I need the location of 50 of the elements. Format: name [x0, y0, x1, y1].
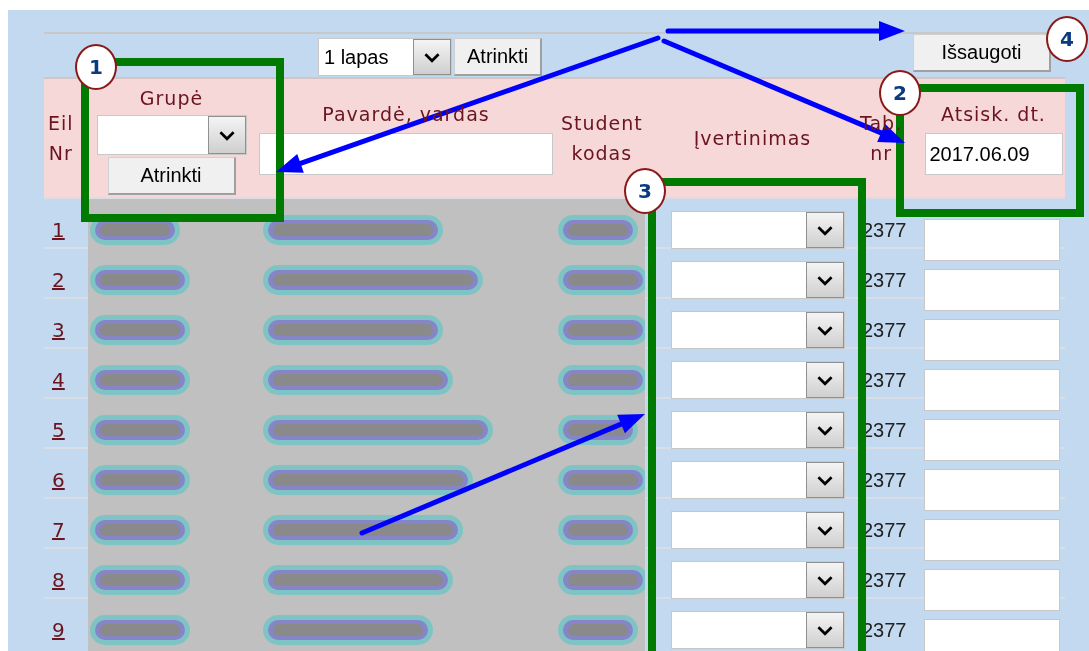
- input-field[interactable]: [924, 469, 1060, 511]
- input-field[interactable]: [924, 319, 1060, 361]
- chevron-icon: [816, 374, 834, 386]
- filter-button[interactable]: Atrinkti: [454, 38, 543, 76]
- input-field[interactable]: [924, 569, 1060, 611]
- column-header: Atsisk. dt.: [941, 102, 1046, 127]
- row-number-link[interactable]: 1: [48, 218, 65, 242]
- input-field[interactable]: [924, 219, 1060, 261]
- grade-select[interactable]: [671, 211, 845, 249]
- row-number-link[interactable]: 3: [48, 318, 65, 342]
- input-field[interactable]: [924, 269, 1060, 311]
- grade-select[interactable]: [671, 311, 845, 349]
- filter-button[interactable]: Atrinkti: [107, 157, 236, 195]
- chevron-icon: [816, 224, 834, 236]
- group-select[interactable]: [96, 115, 247, 155]
- chevron-icon: [816, 624, 834, 636]
- chevron-icon: [816, 324, 834, 336]
- row-number-link[interactable]: 9: [48, 618, 65, 642]
- input-field[interactable]: [924, 619, 1060, 651]
- input-field[interactable]: [924, 419, 1060, 461]
- column-header: Grupė: [139, 86, 204, 111]
- row-number-link[interactable]: 8: [48, 568, 65, 592]
- column-header: Student kodas: [561, 111, 643, 166]
- grade-select[interactable]: [671, 411, 845, 449]
- grade-select[interactable]: [671, 361, 845, 399]
- row-number-link[interactable]: 2: [48, 268, 65, 292]
- grade-select[interactable]: [671, 561, 845, 599]
- column-header: Įvertinimas: [693, 126, 812, 151]
- row-number-link[interactable]: 6: [48, 468, 65, 492]
- save-button[interactable]: Išsaugoti: [913, 34, 1051, 72]
- row-number-link[interactable]: 4: [48, 368, 65, 392]
- column-header: Eil Nr: [48, 111, 74, 166]
- chevron-icon: [423, 51, 441, 63]
- grade-select[interactable]: [671, 461, 845, 499]
- input-field[interactable]: [924, 369, 1060, 411]
- chevron-icon: [816, 524, 834, 536]
- grade-select[interactable]: [671, 611, 845, 649]
- input-field[interactable]: [259, 133, 553, 175]
- chevron-icon: [816, 274, 834, 286]
- row-number-link[interactable]: 7: [48, 518, 65, 542]
- chevron-icon: [816, 574, 834, 586]
- grade-select[interactable]: [671, 261, 845, 299]
- page-select[interactable]: 1 lapas: [318, 38, 452, 76]
- chevron-icon: [217, 129, 236, 141]
- chevron-icon: [816, 424, 834, 436]
- input-field[interactable]: [924, 519, 1060, 561]
- grade-select[interactable]: [671, 511, 845, 549]
- row-number-link[interactable]: 5: [48, 418, 65, 442]
- chevron-icon: [816, 474, 834, 486]
- input-field[interactable]: 2017.06.09: [924, 133, 1063, 175]
